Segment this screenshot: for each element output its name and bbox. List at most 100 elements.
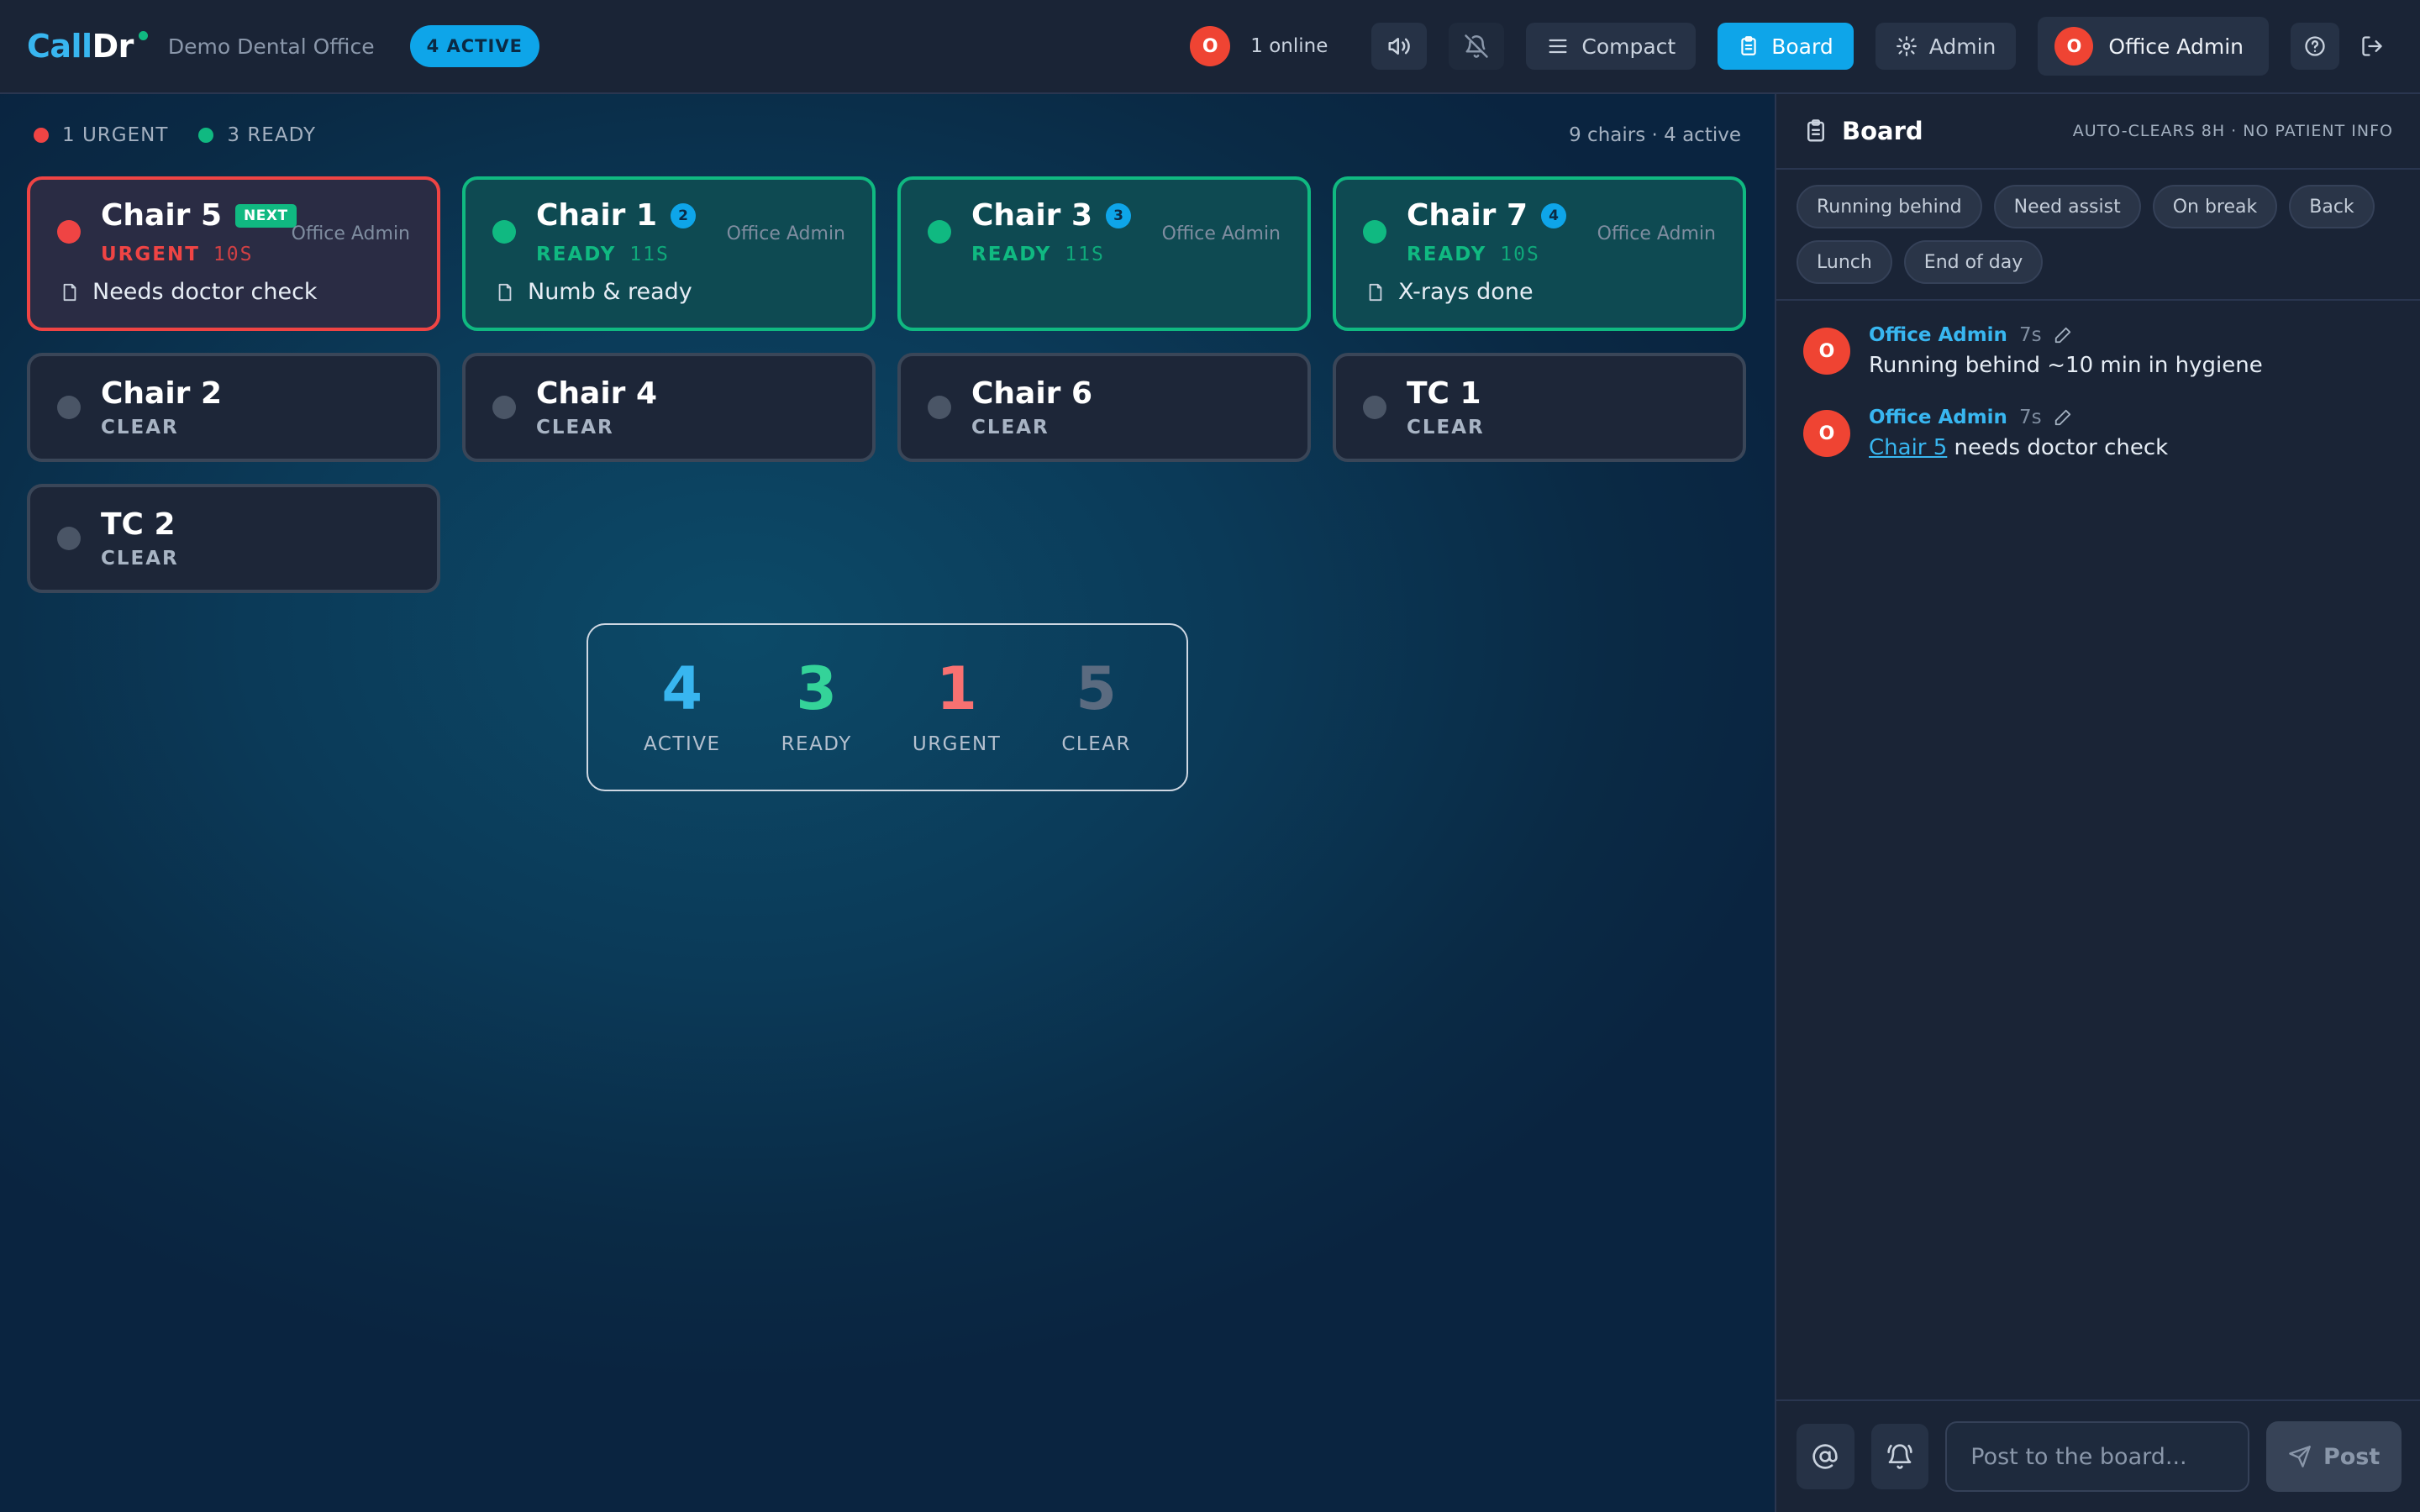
chair-status: READY 11S xyxy=(536,244,670,265)
chair-name-row: Chair 7 4 xyxy=(1407,198,1567,233)
chair-card-chair-3[interactable]: Chair 3 3 READY 11S Office Admin xyxy=(897,176,1311,331)
bell-ring-icon xyxy=(1887,1444,1912,1469)
chair-name-row: Chair 1 2 xyxy=(536,198,697,233)
chair-mention-link[interactable]: Chair 5 xyxy=(1869,435,1947,460)
chair-board: 1 URGENT 3 READY 9 chairs · 4 active Cha… xyxy=(0,94,1775,1512)
bell-off-icon xyxy=(1465,34,1489,58)
online-count: 1 online xyxy=(1250,35,1328,57)
chair-card-chair-7[interactable]: Chair 7 4 READY 10S Office Admin X-rays d… xyxy=(1333,176,1746,331)
post-composer: Post xyxy=(1776,1399,2420,1512)
clipboard-icon xyxy=(1741,36,1756,55)
stat-value: 1 xyxy=(936,654,977,723)
quick-action-need-assist[interactable]: Need assist xyxy=(1993,185,2141,228)
chair-card-chair-5[interactable]: Chair 5 NEXT URGENT 10S Office Admin Need… xyxy=(27,176,440,331)
chair-name-row: TC 2 xyxy=(101,507,176,542)
chair-card-tc-1[interactable]: TC 1 CLEAR xyxy=(1333,353,1746,462)
status-text: URGENT xyxy=(101,244,200,265)
menu-lines-icon xyxy=(1549,39,1567,54)
status-dot xyxy=(57,396,81,419)
status-text: READY xyxy=(536,244,617,265)
chair-name: Chair 3 xyxy=(971,198,1093,233)
alert-post-button[interactable] xyxy=(1870,1424,1929,1489)
quick-actions: Running behind Need assist On break Back… xyxy=(1776,170,2420,301)
chair-status: URGENT 10S xyxy=(101,244,253,265)
user-menu-button[interactable]: O Office Admin xyxy=(2038,17,2269,76)
message-author: Office Admin xyxy=(1869,407,2007,428)
chair-card-chair-1[interactable]: Chair 1 2 READY 11S Office Admin Numb & r… xyxy=(462,176,876,331)
chair-card-tc-2[interactable]: TC 2 CLEAR xyxy=(27,484,440,593)
stat-urgent: 1 URGENT xyxy=(913,659,1001,755)
panel-header: Board AUTO-CLEARS 8H · NO PATIENT INFO xyxy=(1776,94,2420,170)
status-dot xyxy=(928,396,951,419)
panel-retention-note: AUTO-CLEARS 8H · NO PATIENT INFO xyxy=(2072,122,2393,140)
quick-action-back[interactable]: Back xyxy=(2289,185,2375,228)
post-input[interactable] xyxy=(1945,1421,2250,1492)
quick-action-lunch[interactable]: Lunch xyxy=(1797,240,1892,284)
notifications-toggle-button[interactable] xyxy=(1449,23,1505,70)
chair-owner: Office Admin xyxy=(291,223,410,244)
logout-icon xyxy=(2362,36,2382,56)
edit-pencil-icon[interactable] xyxy=(2054,326,2072,344)
chair-card-chair-6[interactable]: Chair 6 CLEAR xyxy=(897,353,1311,462)
send-icon xyxy=(2289,1446,2311,1467)
edit-pencil-icon[interactable] xyxy=(2054,408,2072,427)
message-item: O Office Admin 7s Running behind ~10 min… xyxy=(1803,324,2393,378)
quick-action-on-break[interactable]: On break xyxy=(2152,185,2278,228)
message-text: Running behind ~10 min in hygiene xyxy=(1869,353,2263,378)
stat-value: 4 xyxy=(661,654,703,723)
chair-name: TC 1 xyxy=(1407,376,1481,411)
office-name: Demo Dental Office xyxy=(167,34,375,59)
help-icon xyxy=(2305,36,2325,56)
post-label: Post xyxy=(2323,1443,2381,1470)
top-bar: Call Dr Demo Dental Office 4 ACTIVE O 1 o… xyxy=(0,0,2420,94)
user-name: Office Admin xyxy=(2108,34,2244,59)
chair-note: X-rays done xyxy=(1366,279,1534,305)
chair-card-chair-2[interactable]: Chair 2 CLEAR xyxy=(27,353,440,462)
chair-note: Numb & ready xyxy=(496,279,692,305)
stat-active: 4 ACTIVE xyxy=(644,659,721,755)
chair-name-row: Chair 5 NEXT xyxy=(101,198,297,233)
chair-status: CLEAR xyxy=(536,417,614,438)
at-sign-icon xyxy=(1812,1444,1838,1469)
chair-status: CLEAR xyxy=(101,417,179,438)
stats-summary-box: 4 ACTIVE 3 READY 1 URGENT 5 CLEAR xyxy=(587,623,1188,791)
gear-icon xyxy=(1896,36,1917,56)
clipboard-icon xyxy=(1807,119,1824,142)
logout-button[interactable] xyxy=(2351,23,2393,70)
note-icon xyxy=(63,283,76,301)
compact-view-button[interactable]: Compact xyxy=(1526,23,1697,70)
admin-button[interactable]: Admin xyxy=(1875,23,2017,70)
mention-button[interactable] xyxy=(1797,1424,1854,1489)
help-button[interactable] xyxy=(2291,23,2339,70)
urgent-dot xyxy=(34,128,49,143)
message-author: Office Admin xyxy=(1869,324,2007,346)
board-view-button[interactable]: Board xyxy=(1718,23,1854,70)
chair-note: Needs doctor check xyxy=(60,279,318,305)
sound-toggle-button[interactable] xyxy=(1371,23,1428,70)
message-list: O Office Admin 7s Running behind ~10 min… xyxy=(1776,301,2420,512)
quick-action-running-behind[interactable]: Running behind xyxy=(1797,185,1982,228)
ready-summary: 3 READY xyxy=(198,124,316,146)
user-avatar: O xyxy=(2054,27,2094,66)
chair-name: Chair 5 xyxy=(101,198,223,233)
elapsed-time: 10S xyxy=(1500,244,1540,265)
message-text-rest: needs doctor check xyxy=(1947,435,2169,460)
chair-name-row: Chair 6 xyxy=(971,376,1092,411)
stat-value: 5 xyxy=(1076,654,1118,723)
message-meta: Office Admin 7s xyxy=(1869,407,2168,428)
quick-action-end-of-day[interactable]: End of day xyxy=(1903,240,2044,284)
elapsed-time: 11S xyxy=(1065,244,1105,265)
post-button[interactable]: Post xyxy=(2266,1421,2402,1492)
compact-label: Compact xyxy=(1581,34,1676,59)
status-dot xyxy=(1363,220,1386,244)
calldr-logo[interactable]: Call Dr xyxy=(27,28,148,65)
queue-position-badge: 3 xyxy=(1106,202,1132,228)
message-meta: Office Admin 7s xyxy=(1869,324,2263,346)
next-badge: NEXT xyxy=(235,203,297,228)
logo-status-dot xyxy=(138,31,148,40)
board-panel: Board AUTO-CLEARS 8H · NO PATIENT INFO R… xyxy=(1775,94,2420,1512)
message-body: Office Admin 7s Running behind ~10 min i… xyxy=(1869,324,2263,378)
chair-status: CLEAR xyxy=(971,417,1050,438)
chair-owner: Office Admin xyxy=(1597,223,1716,244)
chair-card-chair-4[interactable]: Chair 4 CLEAR xyxy=(462,353,876,462)
